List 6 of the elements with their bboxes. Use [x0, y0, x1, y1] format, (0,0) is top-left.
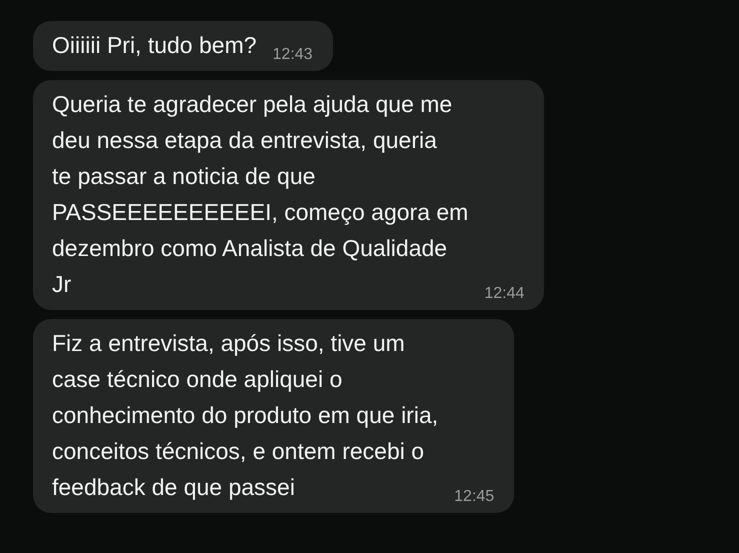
- message-text: Fiz a entrevista, após isso, tive um case técnico onde apliquei o conhecimento do produto em que iria, conceitos técnicos, e ontem recebi o feedback de que passei: [52, 329, 438, 502]
- message-time: 12:43: [272, 45, 313, 65]
- message-text: Queria te agradecer pela ajuda que me deu nessa etapa da entrevista, queria te passar a noticia de que PASSEEEEEEEEEEI, começo agora em dezembro como Analista de Qualidade Jr: [52, 90, 468, 299]
- message-time: 12:45: [454, 487, 494, 507]
- message-time: 12:44: [484, 284, 524, 304]
- message-text: Oiiiiii Pri, tudo bem?: [52, 31, 257, 60]
